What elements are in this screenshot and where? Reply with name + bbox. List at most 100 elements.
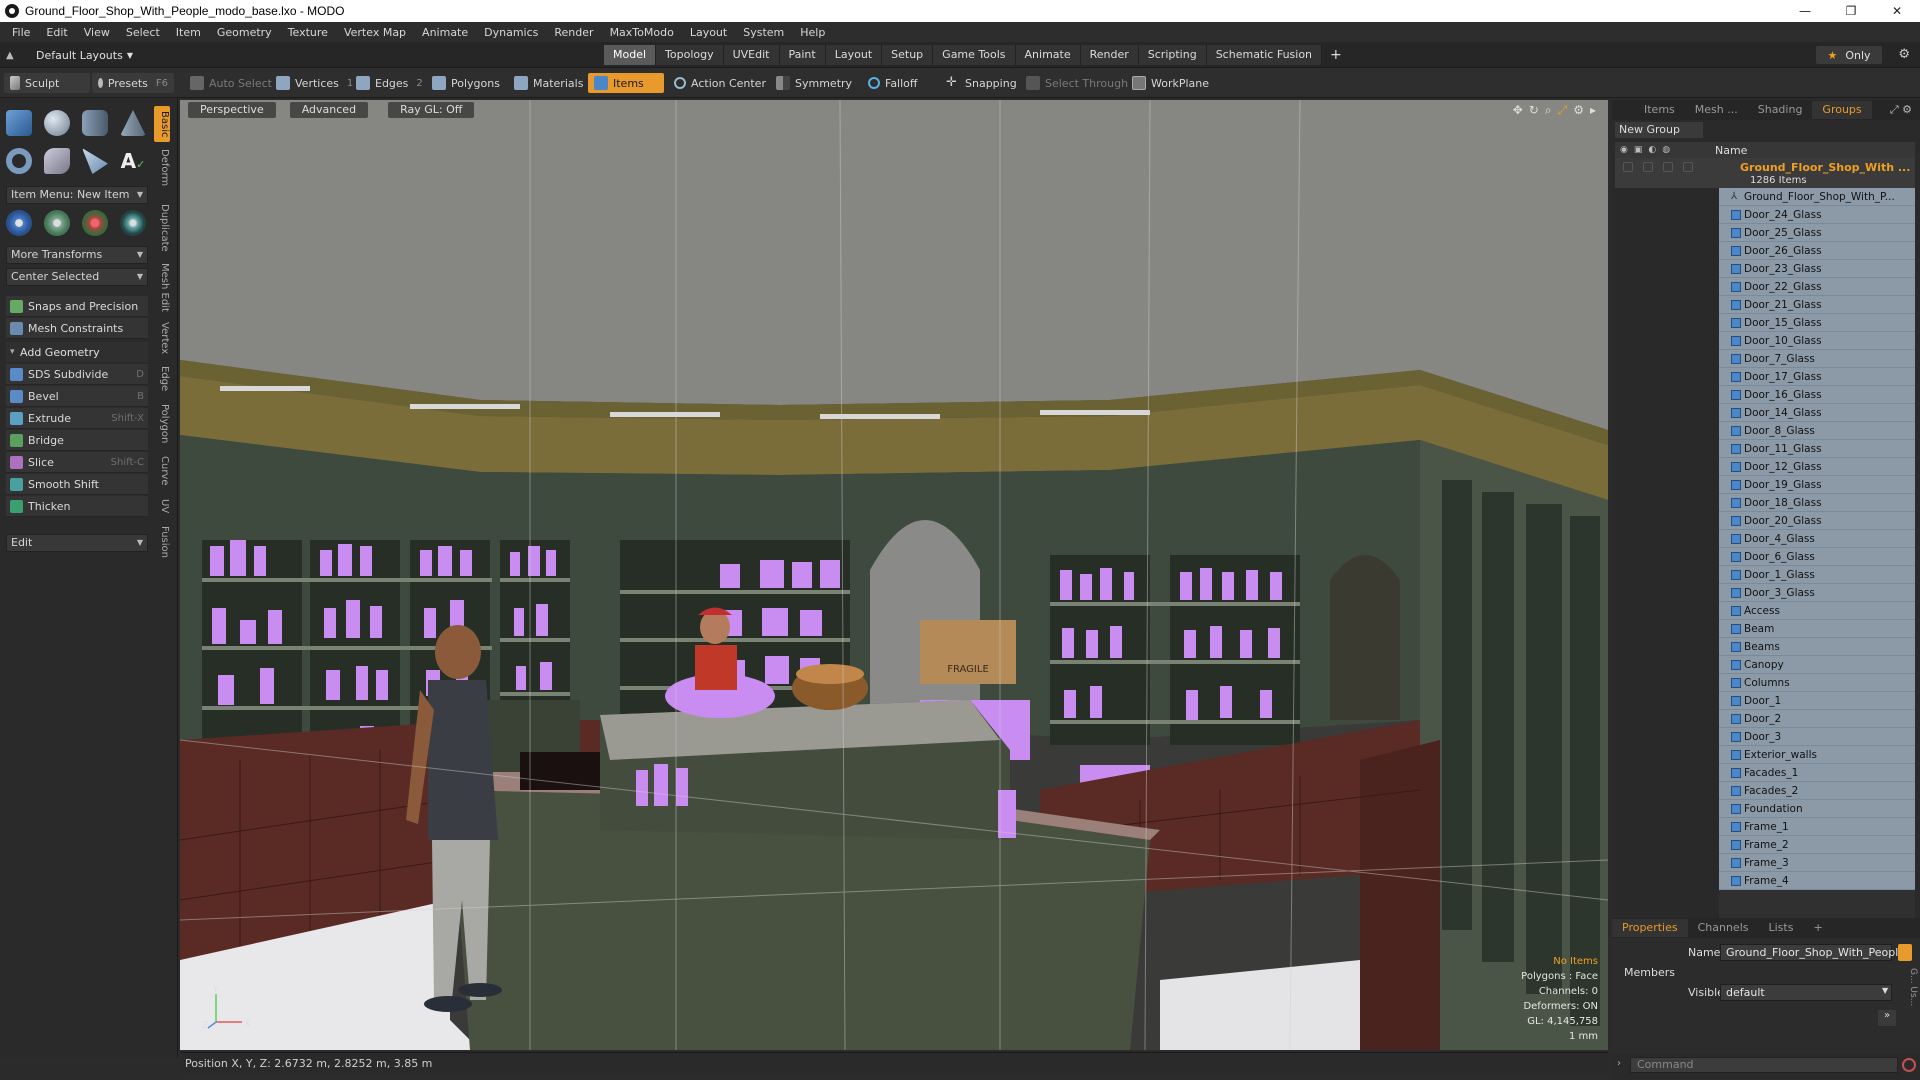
torus-icon[interactable] xyxy=(6,148,32,174)
vtab-uv[interactable]: UV xyxy=(154,496,170,516)
perspective-button[interactable]: Perspective xyxy=(188,102,276,118)
vtab-edge[interactable]: Edge xyxy=(154,364,170,394)
curve-tool-icon[interactable] xyxy=(44,148,70,174)
symmetry-button[interactable]: Symmetry xyxy=(770,73,858,93)
more-transforms-dropdown[interactable]: More Transforms xyxy=(6,246,148,264)
members-section[interactable]: Members xyxy=(1624,966,1675,979)
add-tab-icon[interactable]: + xyxy=(1322,45,1350,65)
vtab-vertex[interactable]: Vertex xyxy=(154,320,170,356)
advanced-button[interactable]: Advanced xyxy=(289,102,369,118)
tab-model[interactable]: Model xyxy=(604,45,657,65)
vtab-curve[interactable]: Curve xyxy=(154,454,170,488)
tree-item-row[interactable]: Door_19_Glass xyxy=(1719,476,1915,494)
menu-texture[interactable]: Texture xyxy=(280,26,336,39)
vertices-button[interactable]: Vertices 1 xyxy=(270,73,359,93)
tree-item-row[interactable]: Foundation xyxy=(1719,800,1915,818)
vtab-basic[interactable]: Basic xyxy=(154,106,170,142)
tree-item-row[interactable]: Door_3 xyxy=(1719,728,1915,746)
viewport-gear-icon[interactable]: ⚙ xyxy=(1573,103,1584,118)
add-tab-icon[interactable]: + xyxy=(1803,919,1832,937)
lock-toggle[interactable] xyxy=(1643,162,1653,172)
menu-edit[interactable]: Edit xyxy=(38,26,75,39)
action-center-button[interactable]: Action Center xyxy=(668,73,772,93)
properties-side-tabs[interactable]: G... Us... xyxy=(1904,968,1918,1006)
tree-item-row[interactable]: Door_20_Glass xyxy=(1719,512,1915,530)
only-button[interactable]: ★ Only xyxy=(1816,46,1882,64)
bridge-button[interactable]: Bridge xyxy=(6,430,148,451)
tree-item-row[interactable]: Door_12_Glass xyxy=(1719,458,1915,476)
command-input[interactable]: Command xyxy=(1630,1057,1898,1073)
vtab-polygon[interactable]: Polygon xyxy=(154,402,170,446)
lock-icon[interactable]: ▣ xyxy=(1634,145,1643,155)
tree-item-row[interactable]: Door_8_Glass xyxy=(1719,422,1915,440)
pan-icon[interactable]: ✥ xyxy=(1513,103,1523,118)
move-tool-icon[interactable] xyxy=(6,210,32,236)
text-tool-icon[interactable]: A✓ xyxy=(120,148,146,174)
rotate-tool-icon[interactable] xyxy=(44,210,70,236)
items-button[interactable]: Items xyxy=(588,73,664,93)
select-icon[interactable]: ◍ xyxy=(1662,145,1670,155)
sds-subdivide-button[interactable]: SDS Subdivide D xyxy=(6,364,148,385)
vtab-deform[interactable]: Deform xyxy=(154,146,170,190)
pen-tool-icon[interactable] xyxy=(82,148,108,174)
visible-dropdown[interactable]: default xyxy=(1720,984,1892,1001)
select-toggle[interactable] xyxy=(1683,162,1693,172)
tab-uvedit[interactable]: UVEdit xyxy=(723,45,780,65)
tab-properties[interactable]: Properties xyxy=(1612,919,1688,937)
slice-button[interactable]: Slice Shift-C xyxy=(6,452,148,473)
cube-icon[interactable] xyxy=(6,110,32,136)
tab-game-tools[interactable]: Game Tools xyxy=(933,45,1016,65)
tree-item-row[interactable]: Door_3_Glass xyxy=(1719,584,1915,602)
edges-button[interactable]: Edges 2 xyxy=(350,73,429,93)
menu-dynamics[interactable]: Dynamics xyxy=(476,26,546,39)
tree-item-row[interactable]: Door_17_Glass xyxy=(1719,368,1915,386)
tab-groups[interactable]: Groups xyxy=(1812,101,1872,119)
tree-item-row[interactable]: Frame_4 xyxy=(1719,872,1915,890)
name-field[interactable]: Ground_Floor_Shop_With_People xyxy=(1720,944,1905,961)
viewport-menu-icon[interactable]: ▸ xyxy=(1590,103,1596,118)
tree-item-row[interactable]: Door_6_Glass xyxy=(1719,548,1915,566)
tab-scripting[interactable]: Scripting xyxy=(1138,45,1207,65)
tree-item-row[interactable]: Door_1 xyxy=(1719,692,1915,710)
tab-shading[interactable]: Shading xyxy=(1748,101,1813,119)
tree-item-row[interactable]: Door_22_Glass xyxy=(1719,278,1915,296)
menu-geometry[interactable]: Geometry xyxy=(209,26,280,39)
rotate-view-icon[interactable]: ↻ xyxy=(1529,103,1539,118)
tree-item-row[interactable]: Door_23_Glass xyxy=(1719,260,1915,278)
tree-item-row[interactable]: Door_11_Glass xyxy=(1719,440,1915,458)
default-layouts-dropdown[interactable]: ▲ Default Layouts ▼ xyxy=(6,46,133,64)
tab-channels[interactable]: Channels xyxy=(1688,919,1759,937)
menu-file[interactable]: File xyxy=(4,26,38,39)
tab-render[interactable]: Render xyxy=(1080,45,1139,65)
render-toggle[interactable] xyxy=(1663,162,1673,172)
vtab-duplicate[interactable]: Duplicate xyxy=(154,202,170,254)
transform-tool-icon[interactable] xyxy=(120,210,146,236)
tree-item-row[interactable]: Door_7_Glass xyxy=(1719,350,1915,368)
scale-tool-icon[interactable] xyxy=(82,210,108,236)
tab-layout[interactable]: Layout xyxy=(825,45,883,65)
gear-icon[interactable]: ⚙ xyxy=(1898,47,1910,62)
tree-item-row[interactable]: Facades_2 xyxy=(1719,782,1915,800)
stop-icon[interactable] xyxy=(1902,1058,1916,1072)
new-group-button[interactable]: New Group xyxy=(1615,122,1703,138)
minimize-button[interactable]: — xyxy=(1782,0,1828,22)
tab-setup[interactable]: Setup xyxy=(882,45,934,65)
name-lock-icon[interactable] xyxy=(1898,944,1912,961)
edit-dropdown[interactable]: Edit xyxy=(6,534,148,552)
workplane-button[interactable]: WorkPlane xyxy=(1126,73,1215,93)
tree-item-row[interactable]: Beams xyxy=(1719,638,1915,656)
tree-item-row[interactable]: Beam xyxy=(1719,620,1915,638)
tab-schematic-fusion[interactable]: Schematic Fusion xyxy=(1206,45,1323,65)
menu-layout[interactable]: Layout xyxy=(682,26,735,39)
tree-item-row[interactable]: Door_4_Glass xyxy=(1719,530,1915,548)
eye-icon[interactable]: ◉ xyxy=(1620,145,1628,155)
expand-arrows-icon[interactable]: » xyxy=(1878,1010,1896,1026)
tree-item-row[interactable]: Door_18_Glass xyxy=(1719,494,1915,512)
close-button[interactable]: ✕ xyxy=(1874,0,1920,22)
fit-view-icon[interactable]: ⤢ xyxy=(1558,103,1568,118)
menu-render[interactable]: Render xyxy=(546,26,601,39)
name-column-header[interactable]: Name xyxy=(1715,144,1747,157)
tree-item-row[interactable]: Facades_1 xyxy=(1719,764,1915,782)
tree-item-row[interactable]: Frame_3 xyxy=(1719,854,1915,872)
tab-topology[interactable]: Topology xyxy=(656,45,724,65)
